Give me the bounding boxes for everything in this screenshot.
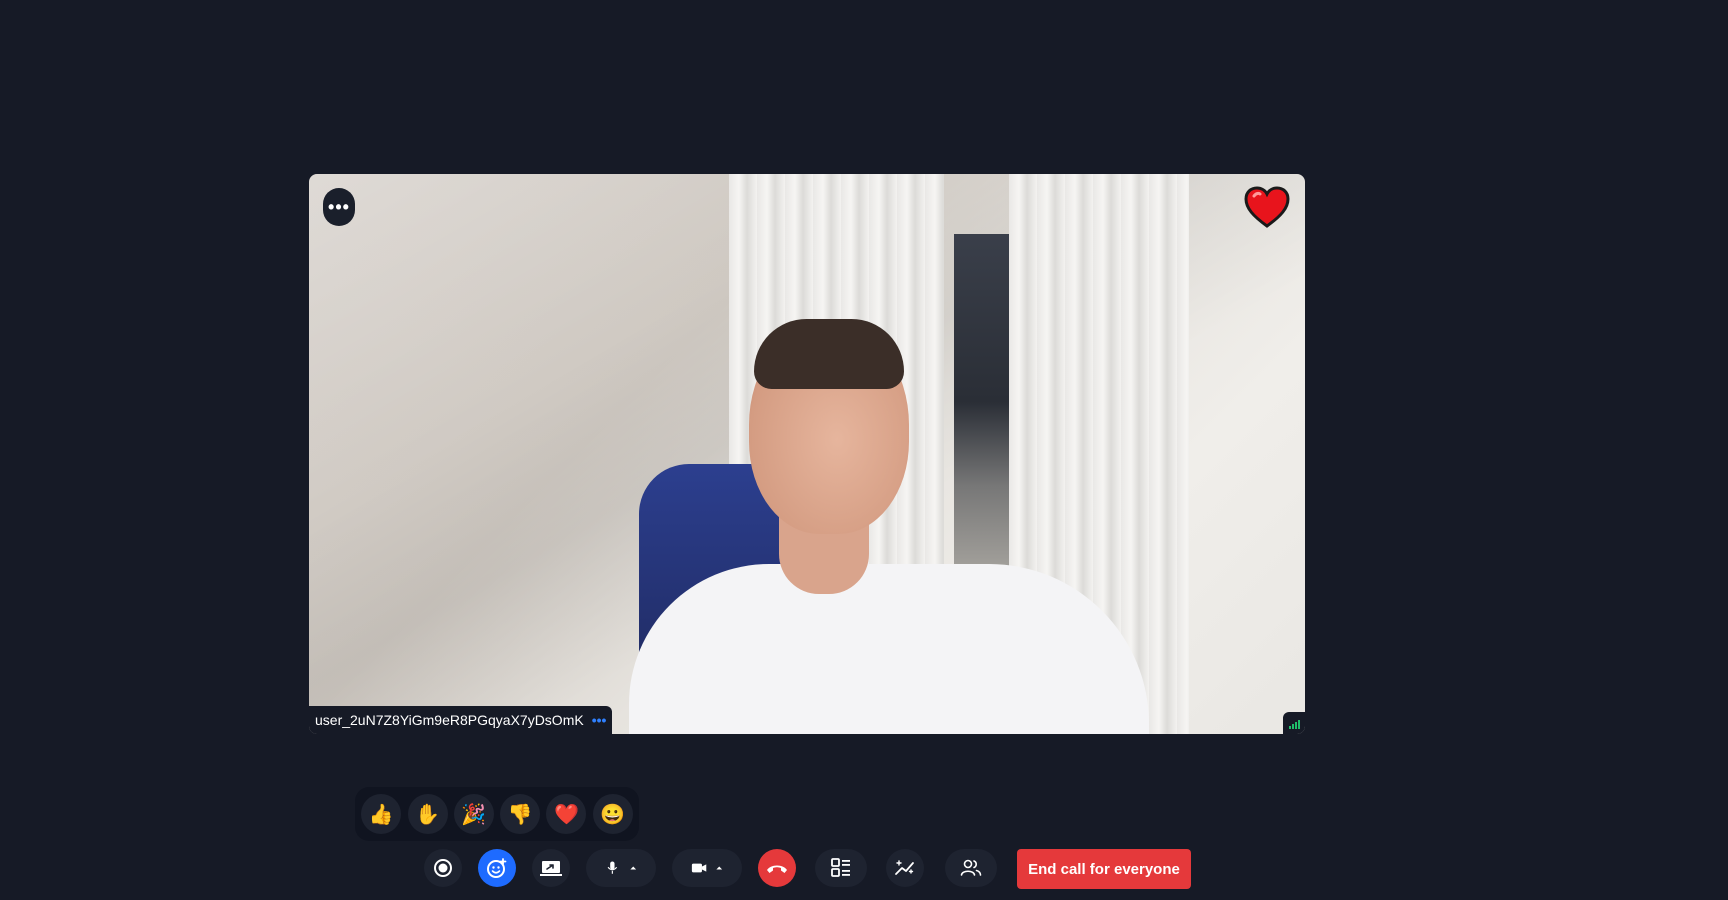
- thumbs-down-icon[interactable]: 👎: [500, 794, 541, 834]
- record-icon: [434, 859, 452, 877]
- add-reaction-icon: [487, 858, 507, 878]
- screen-share-icon: [540, 861, 562, 876]
- participants-icon: [960, 859, 982, 876]
- video-person-hair: [754, 319, 904, 389]
- participant-name: user_2uN7Z8YiGm9eR8PGqyaX7yDsOmK: [315, 712, 584, 728]
- thumbs-up-icon[interactable]: 👍: [361, 794, 402, 834]
- participant-video-tile: ••• user_2uN7Z8YiGm9eR8PGqyaX7yDsOmK •••: [309, 174, 1305, 734]
- heart-icon: [1243, 184, 1291, 232]
- reactions-button[interactable]: [478, 849, 516, 887]
- call-controls: End call for everyone: [0, 849, 1728, 893]
- participant-name-label: user_2uN7Z8YiGm9eR8PGqyaX7yDsOmK •••: [309, 706, 613, 734]
- leave-call-button[interactable]: [758, 849, 796, 887]
- participant-name-menu-button[interactable]: •••: [592, 712, 607, 728]
- participants-button[interactable]: [945, 849, 997, 887]
- video-person-body: [629, 564, 1149, 734]
- heart-icon[interactable]: ❤️: [546, 794, 587, 834]
- tile-options-button[interactable]: •••: [323, 188, 355, 226]
- layout-button[interactable]: [815, 849, 867, 887]
- network-signal-icon: [1283, 712, 1305, 734]
- layout-grid-icon: [831, 858, 850, 877]
- chevron-up-icon[interactable]: [630, 866, 637, 870]
- reactions-bar: 👍 ✋ 🎉 👎 ❤️ 😀: [355, 787, 639, 841]
- camera-control: [672, 849, 742, 887]
- microphone-control: [586, 849, 656, 887]
- camera-icon[interactable]: [691, 863, 707, 873]
- party-popper-icon[interactable]: 🎉: [453, 794, 494, 834]
- record-button[interactable]: [424, 849, 462, 887]
- microphone-icon[interactable]: [607, 861, 618, 874]
- end-call-for-everyone-button[interactable]: End call for everyone: [1017, 849, 1191, 889]
- grinning-face-icon[interactable]: 😀: [592, 794, 633, 834]
- chevron-up-icon[interactable]: [716, 866, 723, 870]
- stats-button[interactable]: [886, 849, 924, 887]
- hang-up-icon: [767, 865, 787, 873]
- raised-hand-icon[interactable]: ✋: [407, 794, 448, 834]
- stats-sparkle-icon: [895, 860, 914, 875]
- share-screen-button[interactable]: [532, 849, 570, 887]
